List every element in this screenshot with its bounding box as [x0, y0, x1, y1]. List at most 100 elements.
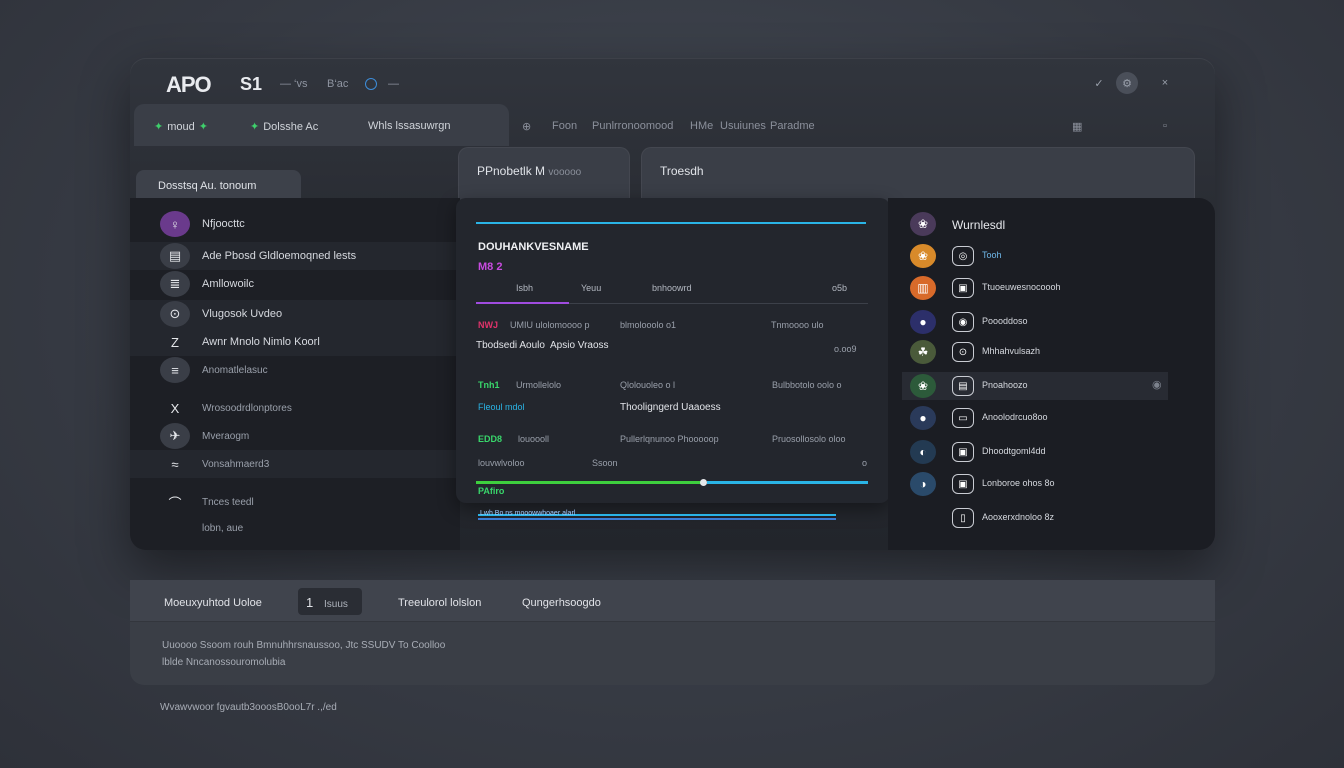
cell: Urmollelolo: [516, 380, 562, 390]
toolbar-item-punl[interactable]: Punlrronoomood: [592, 120, 673, 132]
bottom-tab-3[interactable]: Qungerhsoogdo: [522, 597, 601, 609]
tab-yeuu[interactable]: Yeuu: [581, 283, 601, 293]
cell: o: [862, 458, 868, 468]
tab-bnh[interactable]: bnhoowrd: [652, 283, 692, 293]
right-list-item[interactable]: ◑ ▣ Lonboroe ohos 8o: [888, 470, 1215, 498]
tab-moud[interactable]: ✦ moud ✦: [154, 120, 208, 134]
waveform-line: [478, 518, 836, 520]
progress-slider[interactable]: [476, 479, 868, 486]
waveform-label: Lwh Bo ns mooowwhoaer alarl: [480, 510, 576, 517]
detail-subtitle: M8 2: [478, 261, 503, 273]
right-list-label: Dhoodtgoml4dd: [982, 446, 1046, 456]
star-icon: ✦: [154, 121, 164, 133]
app-title: S1: [240, 74, 263, 94]
waveform[interactable]: Lwh Bo ns mooowwhoaer alarl: [478, 510, 836, 522]
right-list-item[interactable]: ● ▭ Anoolodrcuo8oo: [888, 404, 1215, 432]
list-item[interactable]: ≈ Vonsahmaerd3: [130, 450, 460, 478]
detail-title: DOUHANKVESNAME: [478, 241, 589, 253]
tab-bar: ✦ moud ✦ ✦ Dolsshe Ac Whls lssasuwrgn: [134, 104, 509, 146]
item-badge-icon: ◎: [952, 246, 974, 266]
accent-bar: [476, 222, 866, 224]
list-item[interactable]: ✈ Mveraogm: [130, 422, 460, 450]
cell: Tnmoooo ulo: [771, 320, 824, 330]
item-badge-icon: ▣: [952, 474, 974, 494]
item-badge-icon: ◉: [952, 312, 974, 332]
cell: Tbodsedi Aoulo: [476, 340, 545, 351]
list-item[interactable]: lobn, aue: [130, 514, 460, 542]
cell: louvwlvoloo: [478, 458, 525, 468]
tab-label: moud: [167, 120, 195, 133]
tab-card-label: Troesdh: [660, 164, 704, 178]
list-item[interactable]: ≡ Anomatlelasuc: [130, 356, 460, 384]
close-icon[interactable]: ×: [1154, 72, 1176, 94]
tab-o5b[interactable]: o5b: [832, 283, 847, 293]
right-list-item[interactable]: ◐ ▣ Dhoodtgoml4dd: [888, 438, 1215, 466]
right-list-item[interactable]: ▯ Aooxerxdnoloo 8z: [888, 504, 1215, 532]
right-list-item[interactable]: ❀ ▤ Pnoahoozo ◉: [902, 372, 1168, 400]
arch-icon: ⌒: [168, 495, 182, 511]
menu-icon: ≡: [160, 357, 190, 383]
list-item[interactable]: X Wrosoodrdlonptores: [130, 394, 460, 422]
list-item[interactable]: ⊙ Vlugosok Uvdeo: [130, 300, 460, 328]
list-item-label: Tnces teedl: [202, 496, 254, 508]
list-item[interactable]: ≣ Amllowoilc: [130, 270, 460, 298]
bottom-tab-2[interactable]: Treeulorol lolslon: [398, 597, 481, 609]
cell: Apsio Vraoss: [550, 340, 609, 351]
toolbar-item-1[interactable]: ⊕: [522, 120, 531, 133]
card-title: PPnobetlk M: [477, 164, 546, 178]
list-item[interactable]: ⌒ Tnces teedl: [130, 488, 460, 516]
list-item-label: Amllowoilc: [202, 278, 254, 290]
list-item-label: Nfjoocttc: [202, 218, 245, 230]
right-panel: ❀ Wurnlesdl ❀ ◎ Tooh ▥ ▣ Ttuoeuwesnocoooh ● ◉ Po…: [888, 198, 1215, 550]
x-icon: X: [170, 400, 180, 416]
star-icon: ✦: [250, 121, 260, 133]
app-logo: APO: [166, 72, 212, 97]
cell: Fleoul mdol: [478, 402, 525, 412]
list-item[interactable]: ▤ Ade Pbosd Gldloemoqned lests: [130, 242, 460, 270]
toolbar-item-para[interactable]: Paradme: [770, 120, 815, 132]
cell: EDD8: [478, 434, 503, 444]
cell: UMIU ulolomoooo p: [510, 320, 590, 330]
right-list-item[interactable]: ● ◉ Poooddoso: [888, 308, 1215, 336]
cell: louoooll: [518, 434, 550, 444]
item-icon: ◐: [910, 440, 936, 464]
toolbar-item-hme[interactable]: HMe: [690, 120, 713, 132]
settings-icon[interactable]: ⚙: [1116, 72, 1138, 94]
tab-label: Whls lssasuwrgn: [368, 120, 451, 132]
list-item[interactable]: ♀ Nfjoocttc: [130, 210, 460, 238]
right-list-item[interactable]: ▥ ▣ Ttuoeuwesnocoooh: [888, 274, 1215, 302]
list-item[interactable]: Z Awnr Mnolo Nimlo Koorl: [130, 328, 460, 356]
cell: Ssoon: [592, 458, 618, 468]
grid-icon[interactable]: ▦: [1072, 120, 1082, 133]
cell: Pullerlqnunoo Phooooop: [620, 434, 719, 444]
list-item-label: Ade Pbosd Gldloemoqned lests: [202, 250, 357, 262]
bottom-tab-1[interactable]: Moeuxyuhtod Uoloe: [164, 597, 262, 609]
target-icon: ⊙: [160, 301, 190, 327]
right-list-item[interactable]: ☘ ⊙ Mhhahvulsazh: [888, 338, 1215, 366]
right-list-label: Anoolodrcuo8oo: [982, 412, 1048, 422]
right-list-item[interactable]: ❀ ◎ Tooh: [888, 242, 1215, 270]
clipboard-icon[interactable]: ▫: [1163, 120, 1167, 132]
cell: o.oo9: [834, 344, 857, 354]
count-box[interactable]: 1 Isuus: [298, 588, 362, 615]
item-icon: ●: [910, 406, 936, 430]
item-icon: ◑: [910, 472, 936, 496]
eye-icon[interactable]: ◉: [1152, 378, 1162, 391]
item-icon: ❀: [910, 244, 936, 268]
tab-isbh[interactable]: Isbh: [516, 283, 533, 293]
list-item-label: Vonsahmaerd3: [202, 458, 270, 470]
info-icon[interactable]: [365, 78, 377, 90]
cell: blmolooolo o1: [620, 320, 677, 330]
detail-panel: DOUHANKVESNAME M8 2 Isbh Yeuu bnhoowrd o…: [456, 198, 890, 503]
count-label: Isuus: [324, 599, 348, 610]
active-tab-indicator: [476, 302, 569, 304]
check-icon[interactable]: ✓: [1088, 72, 1110, 94]
title-branch[interactable]: B‘ac: [327, 78, 348, 90]
tab-dolsshe[interactable]: ✦ Dolsshe Ac: [250, 120, 318, 134]
progress-knob[interactable]: [700, 479, 708, 486]
cell: Tnh1: [478, 380, 500, 390]
item-badge-icon: ▭: [952, 408, 974, 428]
tab-whls[interactable]: Whls lssasuwrgn: [368, 120, 451, 132]
toolbar-item-foon[interactable]: Foon: [552, 120, 577, 132]
toolbar-item-usu[interactable]: Usuiunes: [720, 120, 766, 132]
